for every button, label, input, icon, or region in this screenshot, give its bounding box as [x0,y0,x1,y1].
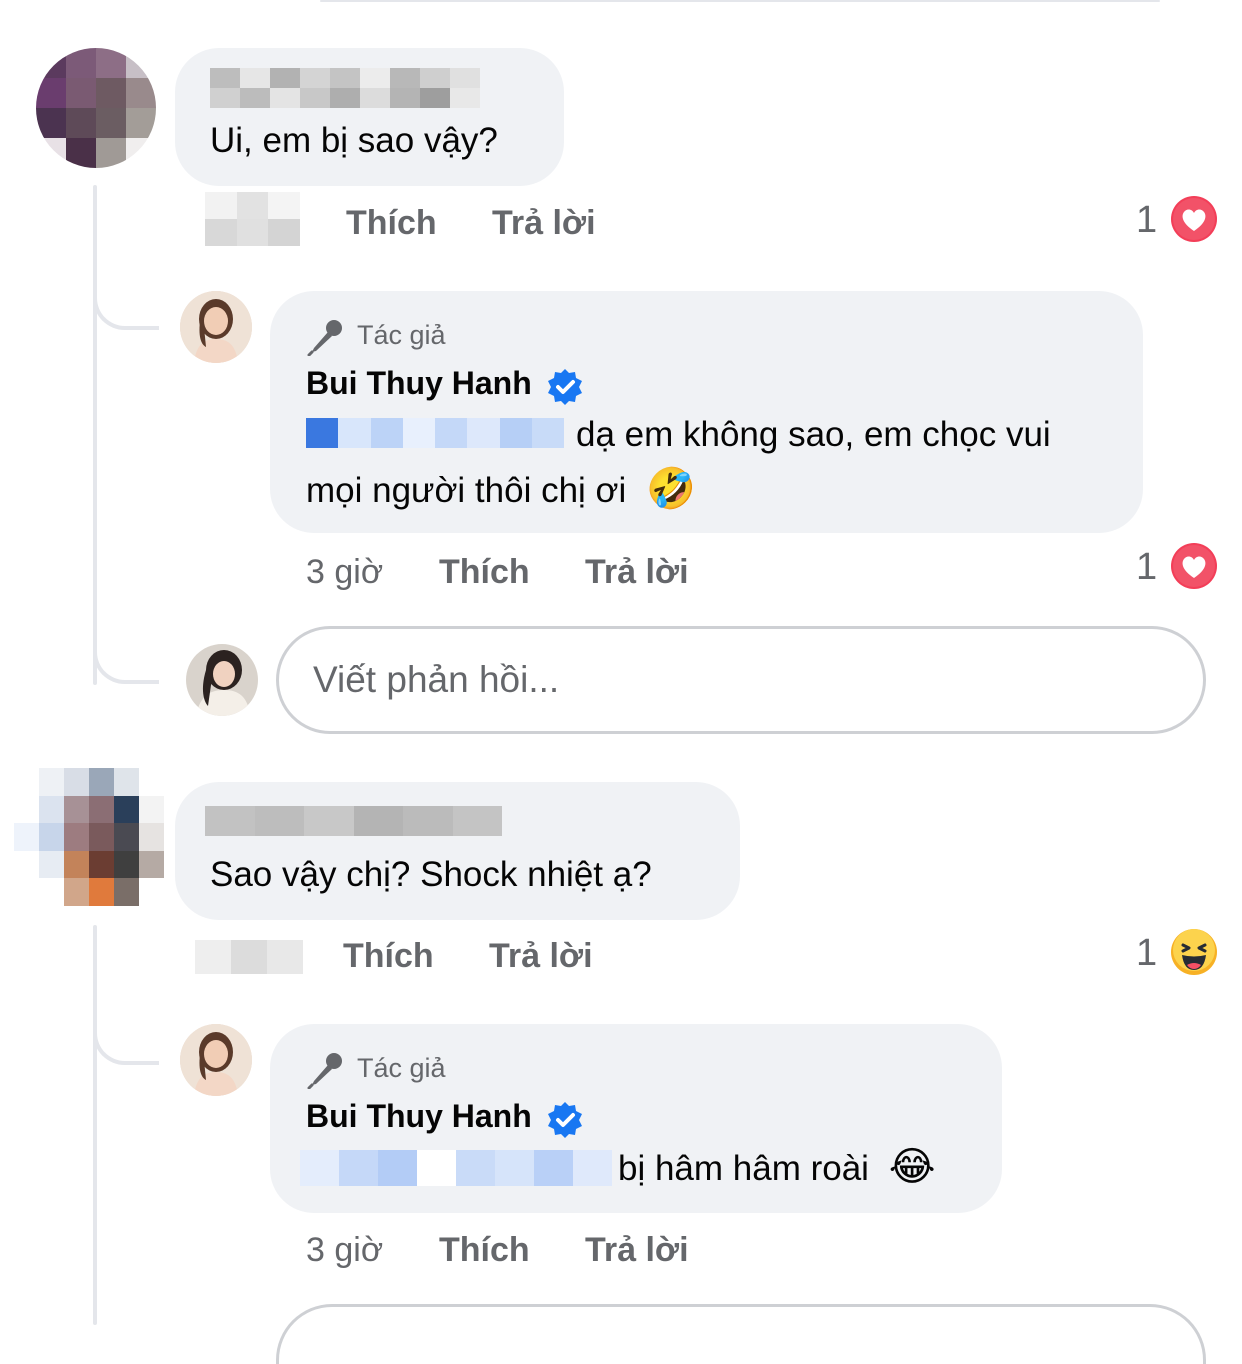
reply-like-button[interactable]: Thích [439,553,530,592]
reply-button[interactable]: Trả lời [492,204,596,243]
reply-connector [93,250,159,330]
author-avatar[interactable] [180,291,252,363]
author-tag-label: Tác giả [357,1053,446,1083]
author-name[interactable]: Bui Thuy Hanh [306,1098,532,1134]
reply-text-line2: mọi người thôi chị ơi 🤣 [306,462,696,518]
comment-time-blurred [195,940,303,974]
reply-reply-button[interactable]: Trả lời [585,1231,689,1270]
commenter-name-blurred[interactable] [210,68,480,108]
reply-connector [93,985,159,1065]
haha-icon[interactable] [1170,928,1218,976]
reply-reply-button[interactable]: Trả lời [585,553,689,592]
reply-input[interactable]: Viết phản hồi... [276,626,1206,734]
reply-text-line1: bị hâm hâm roài 😂 [618,1140,935,1196]
reaction-count[interactable]: 1 [1136,199,1157,242]
reply-time[interactable]: 3 giờ [306,553,383,592]
mention-link-blurred[interactable] [300,1150,612,1186]
reply-button[interactable]: Trả lời [489,937,593,976]
author-badge-icon [306,1049,346,1090]
author-name-row: Bui Thuy Hanh [306,1098,584,1144]
verified-badge-icon [546,368,584,411]
author-name-row: Bui Thuy Hanh [306,365,584,411]
love-icon[interactable] [1170,542,1218,590]
reply-input-connector [93,600,159,684]
rofl-emoji-icon: 🤣 [646,467,696,511]
love-icon[interactable] [1170,195,1218,243]
reply-time[interactable]: 3 giờ [306,1231,383,1270]
reply-text-line2-text: mọi người thôi chị ơi [306,471,627,510]
verified-badge-icon [546,1101,584,1144]
top-divider [320,0,1160,2]
current-user-avatar[interactable] [186,644,258,716]
author-avatar[interactable] [180,1024,252,1096]
comment-text: Sao vậy chị? Shock nhiệt ạ? [210,855,652,894]
comment-text: Ui, em bị sao vậy? [210,121,498,160]
tears-of-joy-emoji-icon: 😂 [888,1145,936,1189]
like-button[interactable]: Thích [346,204,437,243]
author-badge-icon [306,316,346,357]
author-name[interactable]: Bui Thuy Hanh [306,365,532,401]
author-tag-label: Tác giả [357,320,446,350]
comment-time-blurred [205,192,300,246]
commenter-name-blurred[interactable] [205,806,502,836]
reply-input-placeholder: Viết phản hồi... [313,659,560,700]
reply-input-partial[interactable] [276,1304,1206,1364]
reply-text: bị hâm hâm roài [618,1149,869,1188]
reply-reaction-count[interactable]: 1 [1136,546,1157,589]
commenter-avatar[interactable] [14,768,164,906]
reaction-count[interactable]: 1 [1136,932,1157,975]
reply-like-button[interactable]: Thích [439,1231,530,1270]
mention-link-blurred[interactable] [306,418,564,448]
reply-text-line1: dạ em không sao, em chọc vui [576,415,1051,454]
commenter-avatar[interactable] [36,48,156,168]
like-button[interactable]: Thích [343,937,434,976]
